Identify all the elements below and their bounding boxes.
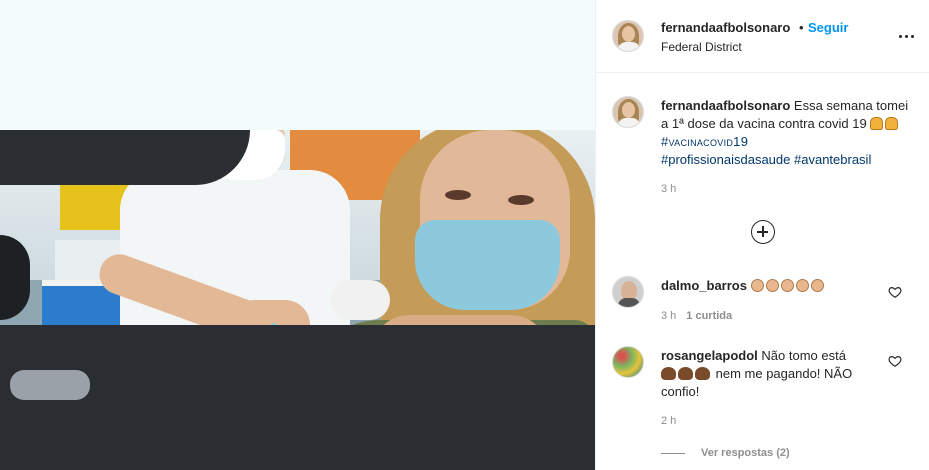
comment-meta: 3 h 1 curtida: [661, 310, 732, 322]
comment-likes[interactable]: 1 curtida: [686, 310, 732, 322]
comment-username[interactable]: rosangelapodol: [661, 348, 758, 363]
comment-item: dalmo_barros: [661, 277, 886, 295]
person-raising-hands-icon: [885, 117, 899, 130]
view-replies-label[interactable]: Ver respostas (2): [701, 447, 790, 459]
heart-icon[interactable]: [888, 285, 902, 299]
plus-circle-icon[interactable]: [751, 220, 775, 244]
photo-door-handle: [10, 370, 90, 400]
post-author-username[interactable]: fernandaafbolsonaro: [661, 20, 790, 35]
avatar[interactable]: [612, 20, 644, 52]
avatar-shirt: [618, 298, 640, 307]
hashtag-link[interactable]: #avantebrasil: [794, 152, 871, 167]
clapping-hands-icon: [780, 279, 794, 292]
heart-icon[interactable]: [888, 354, 902, 368]
comment-item: rosangelapodol Não tomo está nem me paga…: [661, 347, 886, 401]
avatar-face: [622, 102, 635, 118]
person-raising-hands-icon: [870, 117, 884, 130]
post-caption: fernandaafbolsonaro Essa semana tomei a …: [661, 97, 911, 169]
comment-meta: 2 h: [661, 415, 676, 427]
comment-timestamp[interactable]: 3 h: [661, 310, 676, 322]
pile-of-poo-icon: [661, 367, 676, 380]
photo-car-door: [0, 325, 595, 470]
hashtag-link[interactable]: #profissionaisdasaude: [661, 152, 790, 167]
view-replies-button[interactable]: Ver respostas (2): [661, 447, 790, 459]
more-options-icon[interactable]: [896, 28, 916, 44]
caption-username[interactable]: fernandaafbolsonaro: [661, 98, 790, 113]
avatar[interactable]: [612, 96, 644, 128]
post-side-panel: fernandaafbolsonaro • Seguir Federal Dis…: [595, 0, 929, 470]
comment-timestamp[interactable]: 2 h: [661, 415, 676, 427]
clapping-hands-icon: [810, 279, 824, 292]
hashtag-link[interactable]: #vacinacovid19: [661, 134, 748, 149]
avatar-shirt: [618, 42, 640, 51]
photo-car-mirror: [0, 235, 30, 320]
comment-username[interactable]: dalmo_barros: [661, 278, 747, 293]
post-header: fernandaafbolsonaro • Seguir Federal Dis…: [596, 0, 929, 73]
follow-separator: •: [799, 20, 804, 35]
photo-car-roof: [0, 130, 250, 185]
comment-text: Não tomo está: [761, 348, 846, 363]
follow-button[interactable]: Seguir: [808, 20, 848, 35]
avatar-face: [622, 26, 635, 42]
post-photo[interactable]: [0, 130, 595, 470]
clapping-hands-icon: [795, 279, 809, 292]
caption-timestamp[interactable]: 3 h: [661, 183, 676, 195]
avatar[interactable]: [612, 346, 644, 378]
photo-car-frame: [0, 130, 595, 470]
post-location[interactable]: Federal District: [661, 40, 742, 54]
clapping-hands-icon: [765, 279, 779, 292]
replies-divider: [661, 452, 685, 454]
pile-of-poo-icon: [678, 367, 693, 380]
avatar[interactable]: [612, 276, 644, 308]
post-media-area: [0, 0, 595, 470]
avatar-shirt: [618, 118, 640, 127]
clapping-hands-icon: [750, 279, 764, 292]
pile-of-poo-icon: [695, 367, 710, 380]
